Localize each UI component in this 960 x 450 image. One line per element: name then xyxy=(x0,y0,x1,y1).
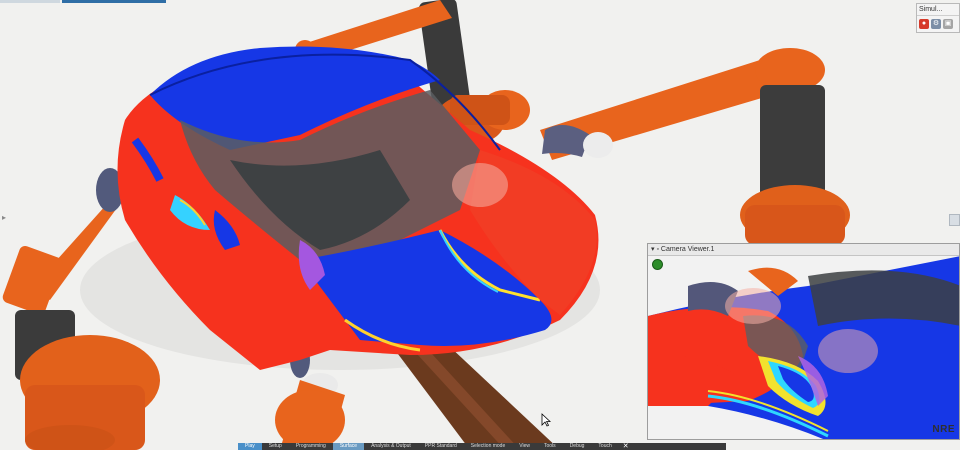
simulation-panel[interactable]: Simul... ● ⚙ ▣ xyxy=(916,3,960,33)
camera-viewer-title: Camera Viewer.1 xyxy=(660,246,715,253)
tab-selection-mode[interactable]: Selection mode xyxy=(464,443,512,450)
settings-icon[interactable]: ⚙ xyxy=(931,19,941,29)
camera-viewer-titlebar[interactable]: ▾ ▫ Camera Viewer.1 xyxy=(648,244,959,256)
camera-icon: ▾ ▫ xyxy=(651,246,661,253)
tab-view[interactable]: View xyxy=(512,443,537,450)
camera-viewer-scene xyxy=(648,256,959,439)
tab-surface[interactable]: Surface xyxy=(332,443,365,450)
tab-tools[interactable]: Tools xyxy=(537,443,563,450)
tab-touch[interactable]: Touch xyxy=(591,443,618,450)
tab-setup[interactable]: Setup xyxy=(262,443,289,450)
tab-ppr-standard[interactable]: PPR Standard xyxy=(418,443,464,450)
tab-play[interactable]: Play xyxy=(238,443,262,450)
simulation-panel-title: Simul... xyxy=(917,4,959,16)
camera-watermark: NRE xyxy=(932,424,955,435)
side-panel-tab[interactable] xyxy=(949,214,960,226)
camera-record-icon[interactable] xyxy=(652,259,663,270)
window-icon[interactable]: ▣ xyxy=(943,19,953,29)
close-icon[interactable]: ✕ xyxy=(619,443,633,450)
record-icon[interactable]: ● xyxy=(919,19,929,29)
tab-debug[interactable]: Debug xyxy=(563,443,592,450)
ribbon-tab-bar: Play Setup Programming Surface Analysis … xyxy=(238,443,726,450)
mouse-cursor-icon xyxy=(541,413,551,427)
tab-programming[interactable]: Programming xyxy=(289,443,333,450)
tab-analysis-output[interactable]: Analysis & Output xyxy=(364,443,418,450)
expand-left-icon[interactable]: ▸ xyxy=(2,213,6,222)
camera-viewer-panel[interactable]: ▾ ▫ Camera Viewer.1 NRE xyxy=(647,243,960,440)
